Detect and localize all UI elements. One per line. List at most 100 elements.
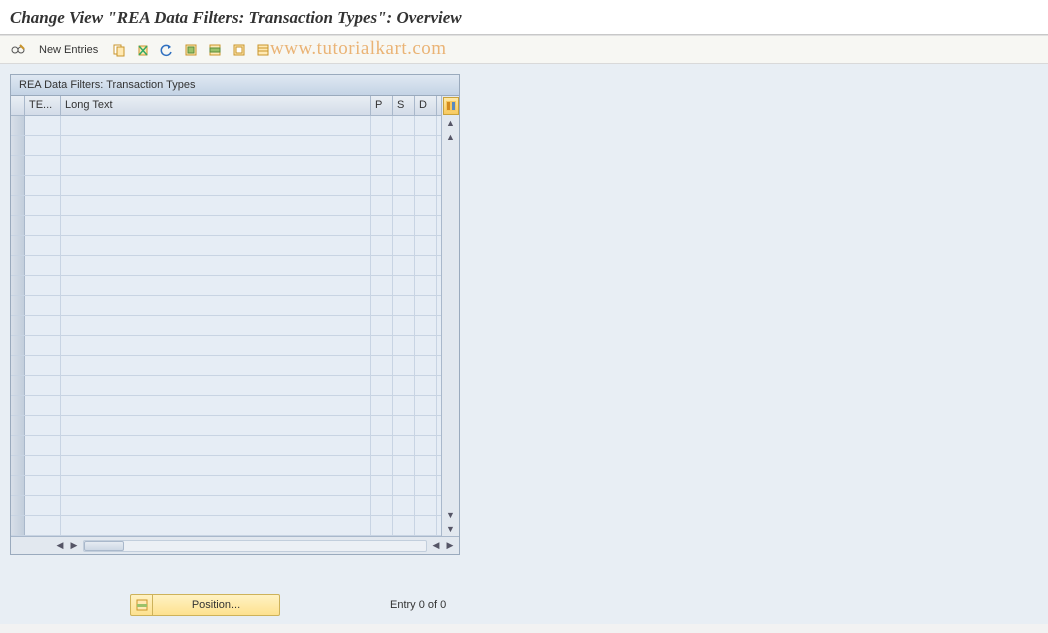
row-selector[interactable]: [11, 136, 25, 155]
column-header-d[interactable]: D: [415, 96, 437, 115]
row-selector[interactable]: [11, 176, 25, 195]
deselect-all-button[interactable]: [229, 40, 249, 60]
scroll-left-button-2[interactable]: ▶: [67, 539, 81, 553]
cell-long-text[interactable]: [61, 136, 371, 155]
cell-long-text[interactable]: [61, 436, 371, 455]
column-header-long-text[interactable]: Long Text: [61, 96, 371, 115]
cell-p[interactable]: [371, 356, 393, 375]
cell-p[interactable]: [371, 116, 393, 135]
scroll-up-button[interactable]: ▲: [444, 116, 458, 130]
cell-long-text[interactable]: [61, 416, 371, 435]
position-button[interactable]: Position...: [130, 594, 280, 616]
scroll-down-button[interactable]: ▼: [444, 508, 458, 522]
cell-s[interactable]: [393, 136, 415, 155]
cell-d[interactable]: [415, 156, 437, 175]
row-selector[interactable]: [11, 376, 25, 395]
horizontal-scroll-track[interactable]: [83, 540, 427, 552]
cell-d[interactable]: [415, 336, 437, 355]
select-block-button[interactable]: [205, 40, 225, 60]
cell-te[interactable]: [25, 336, 61, 355]
cell-d[interactable]: [415, 316, 437, 335]
row-selector[interactable]: [11, 416, 25, 435]
cell-d[interactable]: [415, 376, 437, 395]
cell-s[interactable]: [393, 456, 415, 475]
cell-d[interactable]: [415, 416, 437, 435]
cell-long-text[interactable]: [61, 456, 371, 475]
cell-te[interactable]: [25, 156, 61, 175]
cell-p[interactable]: [371, 176, 393, 195]
cell-te[interactable]: [25, 456, 61, 475]
cell-d[interactable]: [415, 276, 437, 295]
cell-p[interactable]: [371, 256, 393, 275]
column-header-p[interactable]: P: [371, 96, 393, 115]
cell-long-text[interactable]: [61, 216, 371, 235]
scroll-right-button[interactable]: ◀: [429, 539, 443, 553]
scroll-left-button[interactable]: ◀: [53, 539, 67, 553]
cell-s[interactable]: [393, 496, 415, 515]
cell-te[interactable]: [25, 136, 61, 155]
cell-d[interactable]: [415, 216, 437, 235]
cell-s[interactable]: [393, 236, 415, 255]
cell-te[interactable]: [25, 316, 61, 335]
row-selector[interactable]: [11, 236, 25, 255]
cell-s[interactable]: [393, 336, 415, 355]
cell-te[interactable]: [25, 256, 61, 275]
cell-s[interactable]: [393, 296, 415, 315]
cell-te[interactable]: [25, 276, 61, 295]
cell-long-text[interactable]: [61, 396, 371, 415]
scroll-down-button-2[interactable]: ▼: [444, 522, 458, 536]
new-entries-button[interactable]: New Entries: [32, 41, 105, 59]
cell-p[interactable]: [371, 456, 393, 475]
cell-te[interactable]: [25, 296, 61, 315]
row-selector[interactable]: [11, 116, 25, 135]
cell-d[interactable]: [415, 356, 437, 375]
cell-s[interactable]: [393, 176, 415, 195]
cell-te[interactable]: [25, 516, 61, 535]
cell-p[interactable]: [371, 216, 393, 235]
row-selector[interactable]: [11, 316, 25, 335]
cell-long-text[interactable]: [61, 336, 371, 355]
cell-long-text[interactable]: [61, 176, 371, 195]
row-selector[interactable]: [11, 296, 25, 315]
cell-te[interactable]: [25, 116, 61, 135]
cell-s[interactable]: [393, 216, 415, 235]
cell-s[interactable]: [393, 516, 415, 535]
row-selector[interactable]: [11, 396, 25, 415]
row-selector[interactable]: [11, 336, 25, 355]
column-header-te[interactable]: TE...: [25, 96, 61, 115]
cell-s[interactable]: [393, 196, 415, 215]
cell-p[interactable]: [371, 496, 393, 515]
cell-long-text[interactable]: [61, 156, 371, 175]
cell-s[interactable]: [393, 376, 415, 395]
cell-p[interactable]: [371, 196, 393, 215]
cell-te[interactable]: [25, 196, 61, 215]
undo-change-button[interactable]: [157, 40, 177, 60]
table-configure-button[interactable]: [443, 97, 459, 115]
cell-s[interactable]: [393, 276, 415, 295]
row-selector[interactable]: [11, 276, 25, 295]
cell-p[interactable]: [371, 416, 393, 435]
row-selector[interactable]: [11, 496, 25, 515]
cell-p[interactable]: [371, 156, 393, 175]
scroll-up-button-2[interactable]: ▲: [444, 130, 458, 144]
row-selector[interactable]: [11, 436, 25, 455]
cell-long-text[interactable]: [61, 116, 371, 135]
cell-p[interactable]: [371, 396, 393, 415]
print-button[interactable]: [253, 40, 273, 60]
row-selector[interactable]: [11, 256, 25, 275]
cell-d[interactable]: [415, 516, 437, 535]
cell-te[interactable]: [25, 436, 61, 455]
column-header-s[interactable]: S: [393, 96, 415, 115]
cell-p[interactable]: [371, 136, 393, 155]
row-selector[interactable]: [11, 216, 25, 235]
cell-te[interactable]: [25, 216, 61, 235]
cell-d[interactable]: [415, 496, 437, 515]
cell-te[interactable]: [25, 376, 61, 395]
cell-p[interactable]: [371, 336, 393, 355]
row-selector[interactable]: [11, 356, 25, 375]
cell-s[interactable]: [393, 356, 415, 375]
cell-long-text[interactable]: [61, 276, 371, 295]
toggle-display-change-button[interactable]: [8, 40, 28, 60]
cell-s[interactable]: [393, 436, 415, 455]
row-selector[interactable]: [11, 516, 25, 535]
